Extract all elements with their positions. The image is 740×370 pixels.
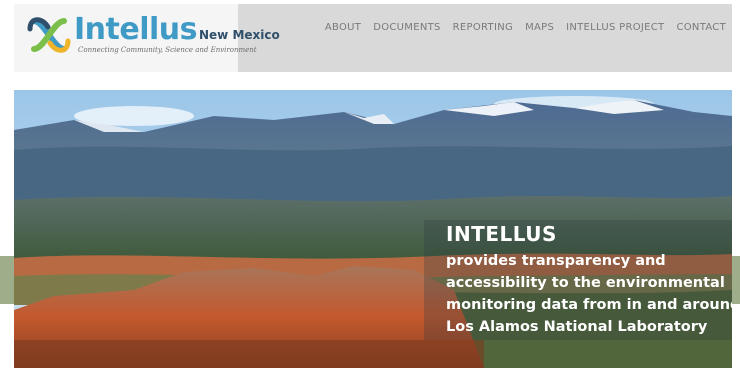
nav-reporting[interactable]: REPORTING [453,22,513,33]
hero-line-1: provides transparency and [446,253,666,269]
nav-intellus-project[interactable]: INTELLUS PROJECT [566,22,664,33]
logo-wordmark: Intellus New Mexico [74,12,280,47]
hero-caption: INTELLUS provides transparency and acces… [446,222,732,338]
brand-name: Intellus [74,12,198,47]
logo-link[interactable]: Intellus New Mexico Connecting Community,… [14,4,280,72]
brand-tagline: Connecting Community, Science and Enviro… [78,46,257,54]
hero-banner: INTELLUS provides transparency and acces… [14,90,732,368]
hero-line-3: monitoring data from in and around [446,297,732,313]
hero-title: INTELLUS [446,222,557,246]
nav-about[interactable]: ABOUT [325,22,361,33]
hero-line-4: Los Alamos National Laboratory [446,319,708,335]
brand-region: New Mexico [199,28,280,42]
nav-documents[interactable]: DOCUMENTS [373,22,440,33]
nav-contact[interactable]: CONTACT [676,22,726,33]
nav-maps[interactable]: MAPS [525,22,554,33]
logo-knot-icon [27,17,71,53]
hero-line-2: accessibility to the environmental [446,275,725,291]
site-header: Intellus New Mexico Connecting Community,… [14,4,732,72]
main-nav: ABOUT DOCUMENTS REPORTING MAPS INTELLUS … [325,22,726,33]
